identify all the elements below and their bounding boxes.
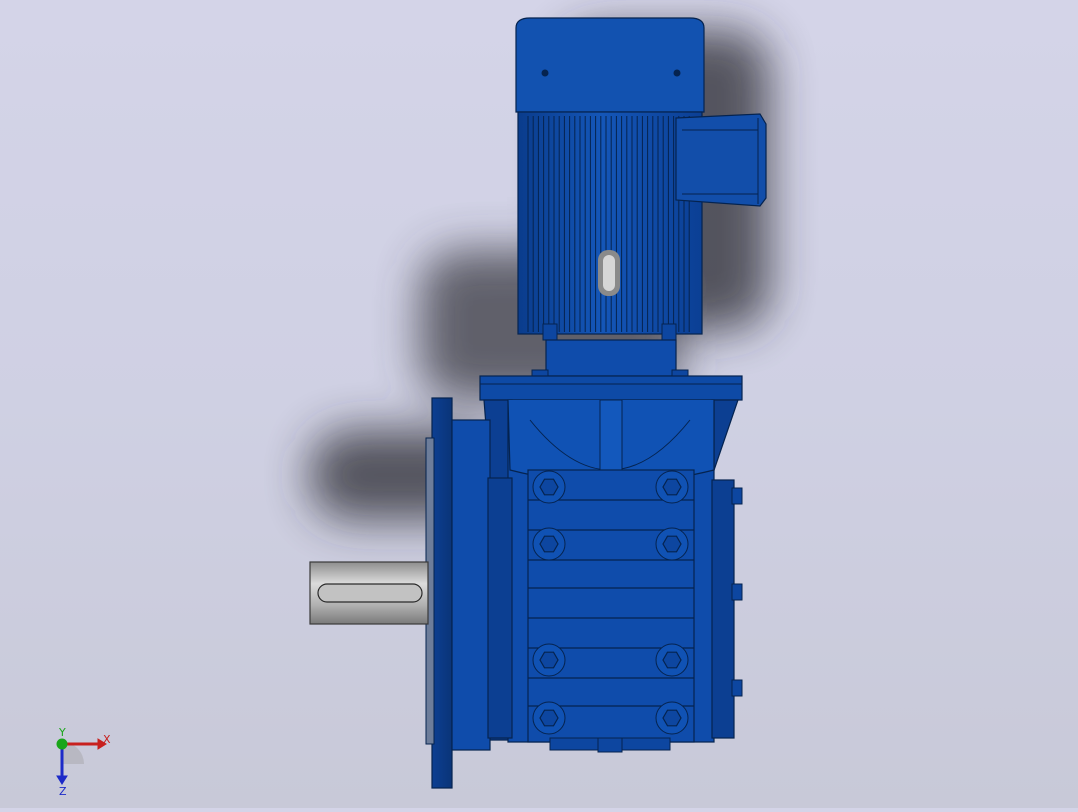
orientation-triad: X Y Z — [48, 726, 118, 798]
y-axis-dot — [56, 738, 68, 750]
housing-bolt — [655, 527, 689, 561]
motor-body — [517, 111, 703, 335]
housing-bolt — [655, 643, 689, 677]
x-axis-label: X — [103, 733, 111, 746]
housing-bolt — [532, 643, 566, 677]
housing-bolt — [532, 470, 566, 504]
z-axis-label: Z — [59, 785, 67, 798]
gearmotor-model — [309, 17, 770, 789]
housing-bolt — [655, 701, 689, 735]
cad-viewport[interactable]: X Y Z — [0, 0, 1078, 808]
housing-bolt — [655, 470, 689, 504]
housing-bolt — [532, 701, 566, 735]
gearbox-top-flange — [479, 375, 743, 401]
motor-fan-cover — [515, 17, 705, 113]
z-axis-head — [56, 775, 68, 785]
terminal-box — [675, 113, 767, 207]
gearbox-housing — [483, 399, 739, 753]
output-shaft — [309, 561, 429, 625]
motor-adapter — [531, 339, 689, 379]
y-axis-label: Y — [58, 728, 66, 739]
gearbox-side-cover — [711, 479, 743, 739]
housing-bolt — [532, 527, 566, 561]
